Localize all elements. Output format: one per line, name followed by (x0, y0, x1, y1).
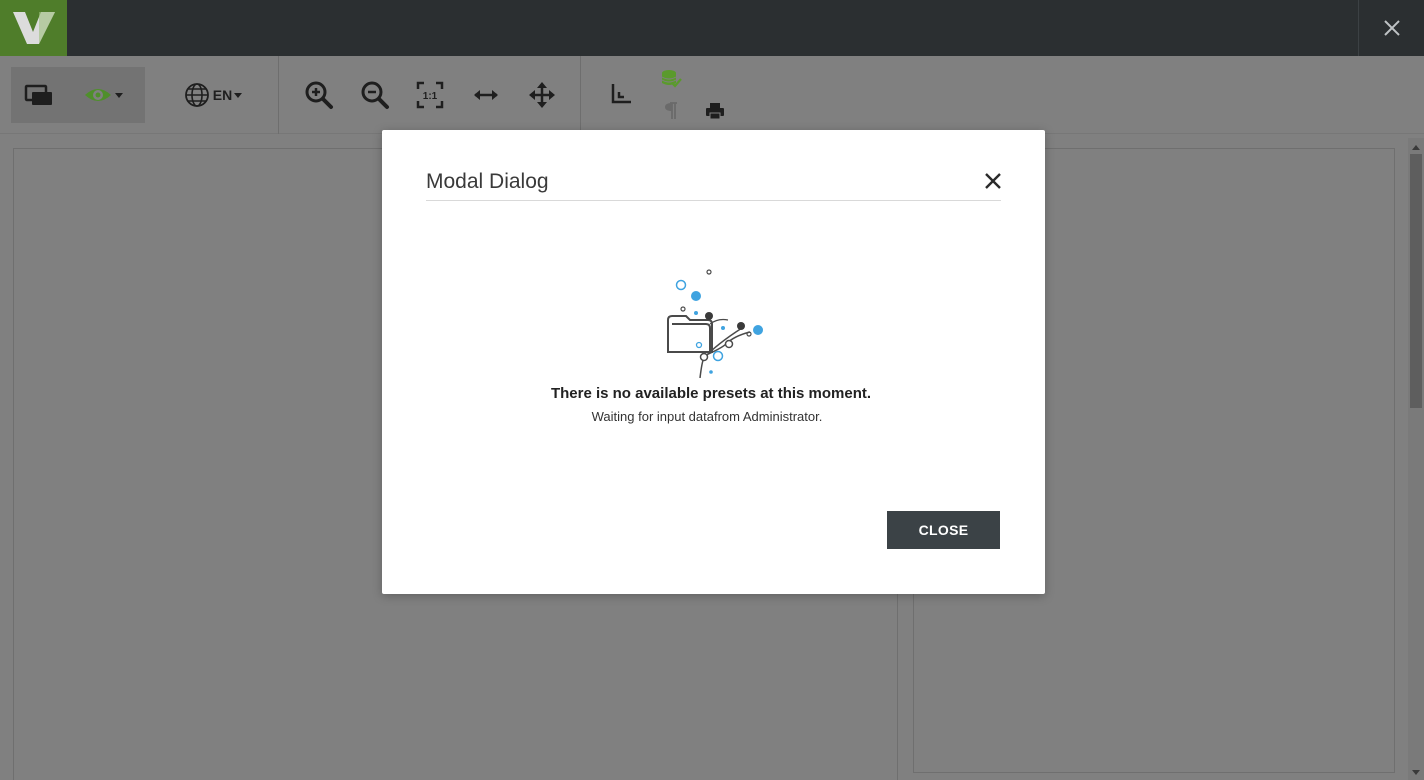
zoom-out-icon (361, 81, 389, 109)
database-check-button[interactable] (659, 68, 683, 90)
svg-text:1:1: 1:1 (423, 91, 438, 102)
toolbar-divider (580, 56, 581, 134)
logo-v-icon (12, 12, 55, 44)
eye-icon (85, 89, 111, 101)
fit-width-icon (474, 90, 498, 100)
app-logo (0, 0, 67, 56)
app-header (0, 0, 1424, 56)
language-label: EN (212, 87, 233, 103)
print-button[interactable] (703, 100, 727, 122)
pan-icon (529, 82, 555, 108)
modal-header: Modal Dialog (426, 166, 1001, 201)
empty-folder-illustration-icon (667, 269, 763, 378)
header-divider (1358, 0, 1359, 56)
chevron-down-icon (234, 93, 243, 98)
close-icon (985, 173, 1001, 189)
close-window-button[interactable] (1376, 12, 1408, 44)
print-icon (706, 103, 724, 120)
crop-corner-icon (611, 84, 631, 104)
toolbar-divider (278, 56, 279, 134)
globe-icon (184, 83, 209, 107)
crop-button[interactable] (604, 78, 636, 112)
actual-size-button[interactable]: 1:1 (413, 78, 447, 112)
close-button[interactable]: CLOSE (887, 511, 1000, 549)
pilcrow-button[interactable] (661, 100, 681, 122)
empty-state-title: There is no available presets at this mo… (550, 385, 872, 402)
modal-dialog: Modal Dialog There is no available prese… (382, 130, 1045, 594)
chevron-down-icon (115, 93, 123, 98)
windows-icon (24, 84, 52, 105)
modal-title: Modal Dialog (426, 170, 549, 193)
zoom-in-icon (305, 81, 333, 109)
language-dropdown[interactable]: EN (180, 80, 248, 110)
pilcrow-icon (665, 102, 677, 119)
actual-size-icon: 1:1 (416, 81, 444, 109)
scrollbar-thumb[interactable] (1410, 154, 1422, 408)
visibility-dropdown[interactable] (78, 80, 130, 110)
empty-state-subtitle: Waiting for input datafrom Administrator… (591, 409, 823, 424)
database-check-icon (661, 70, 682, 88)
zoom-in-button[interactable] (302, 78, 336, 112)
close-icon (1384, 20, 1400, 36)
fit-width-button[interactable] (469, 78, 503, 112)
vertical-scrollbar[interactable] (1408, 138, 1424, 780)
pan-button[interactable] (525, 78, 559, 112)
zoom-out-button[interactable] (358, 78, 392, 112)
windows-button[interactable] (20, 80, 58, 110)
toolbar: EN 1:1 (0, 56, 1424, 134)
scroll-down-arrow[interactable] (1408, 766, 1424, 780)
modal-close-x-button[interactable] (982, 170, 1004, 192)
chevron-up-icon (1412, 145, 1420, 150)
chevron-down-icon (1412, 770, 1420, 775)
scroll-up-arrow[interactable] (1408, 140, 1424, 154)
